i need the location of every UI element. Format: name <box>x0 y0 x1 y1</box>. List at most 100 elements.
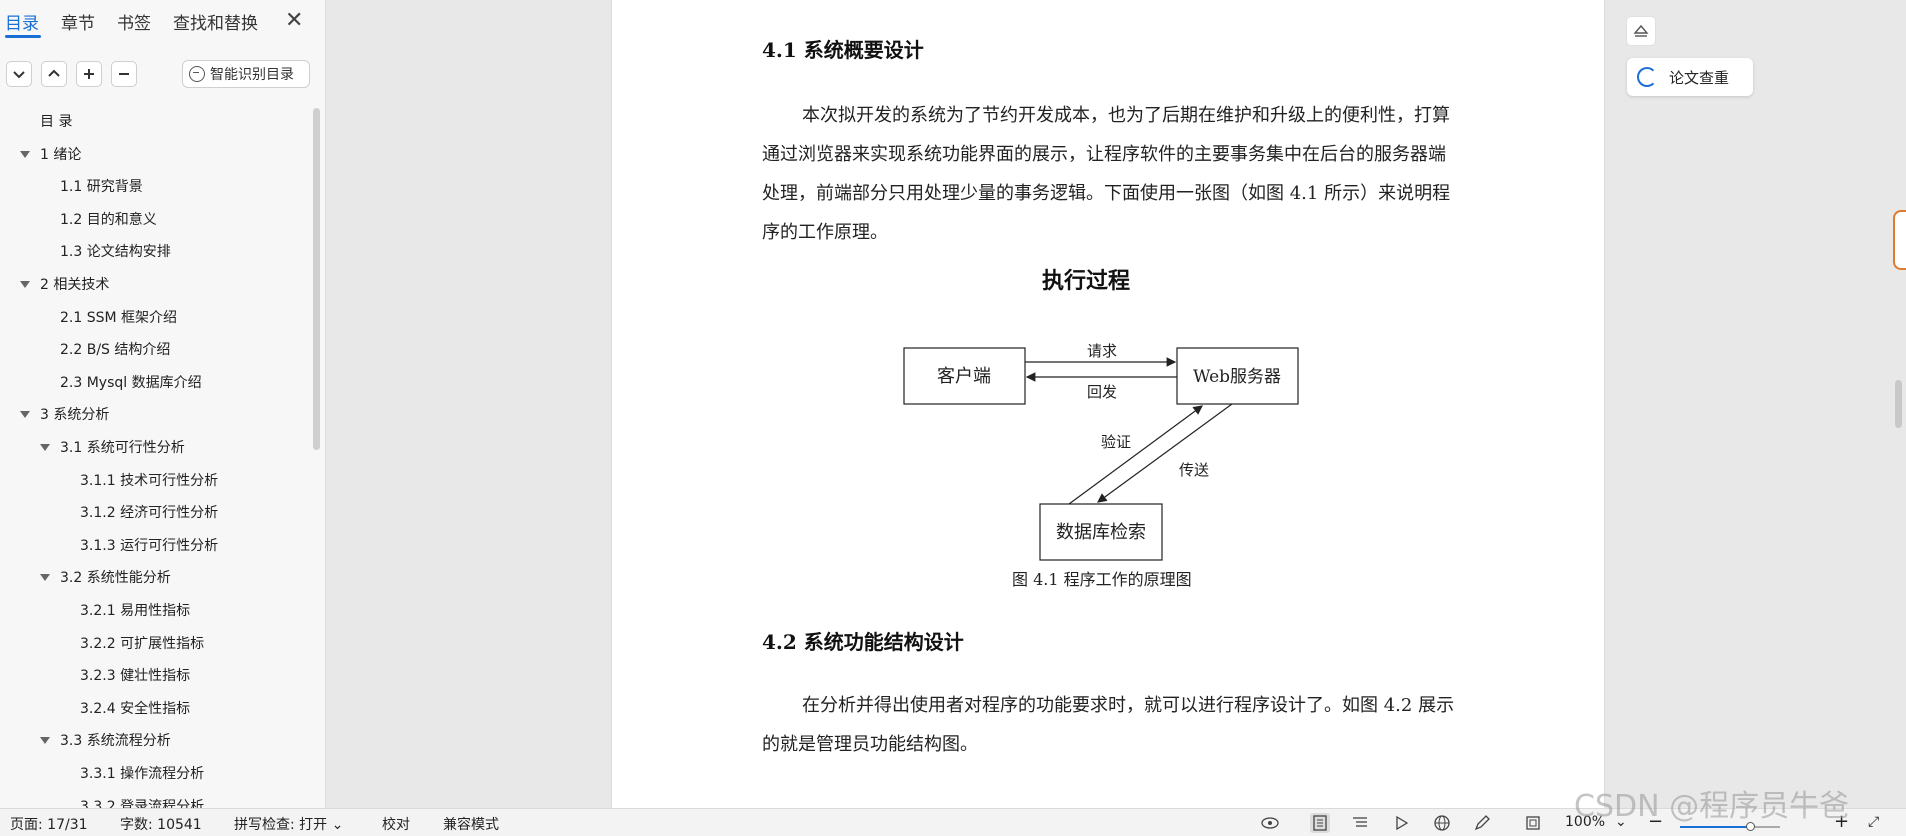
toc-item-label: 1.2 目的和意义 <box>60 211 157 228</box>
page-indicator[interactable]: 页面: 17/31 <box>10 814 88 834</box>
eye-icon[interactable] <box>1260 813 1280 833</box>
paragraph-4-1: 本次拟开发的系统为了节约开发成本，也为了后期在维护和升级上的便利性，打算通过浏览… <box>762 105 1451 243</box>
caret-down-icon[interactable] <box>40 444 50 451</box>
zoom-slider-track[interactable] <box>1680 826 1750 828</box>
toc-item-label: 2.1 SSM 框架介绍 <box>60 309 178 326</box>
toc-item[interactable]: 1 绪论 <box>20 141 82 167</box>
toc-item[interactable]: 1.2 目的和意义 <box>60 206 157 232</box>
caret-down-icon[interactable] <box>20 411 30 419</box>
toc-item[interactable]: 3.3.1 操作流程分析 <box>80 760 204 786</box>
caret-down-icon[interactable] <box>40 574 50 582</box>
toc-item-label: 目 录 <box>40 114 73 130</box>
toc-item-label: 3.3.2 登录流程分析 <box>80 798 205 808</box>
collapse-panel-button[interactable] <box>1626 16 1656 46</box>
tab-toc[interactable]: 目录 <box>5 9 39 34</box>
tab-chapters[interactable]: 章节 <box>61 9 95 34</box>
navigation-panel: 目录 章节 书签 查找和替换 ✕ 智能识别目录 目 录 1 绪论 1.1 研究背景 1… <box>0 0 326 808</box>
request-label: 请求 <box>1087 342 1117 360</box>
transfer-arrow <box>1097 403 1233 503</box>
toc-item[interactable]: 2 相关技术 <box>20 271 109 297</box>
toc-item-label: 1.3 论文结构安排 <box>60 244 171 261</box>
chevron-down-icon: ⌄ <box>331 817 344 833</box>
proofread-button[interactable]: 校对 <box>382 814 410 834</box>
globe-icon[interactable] <box>1432 813 1452 833</box>
pen-icon[interactable] <box>1472 813 1492 833</box>
chevron-down-icon <box>13 71 25 79</box>
toc-item[interactable]: 2.2 B/S 结构介绍 <box>60 336 170 362</box>
smart-toc-button[interactable]: 智能识别目录 <box>182 60 310 88</box>
verify-label: 验证 <box>1101 433 1131 451</box>
toc-item-label: 3.2.1 易用性指标 <box>80 603 191 619</box>
app-window: 目录 章节 书签 查找和替换 ✕ 智能识别目录 目 录 1 绪论 1.1 研究背景 1… <box>0 0 1906 836</box>
toc-item-label: 3.3.1 操作流程分析 <box>80 766 205 782</box>
toc-item-label: 3.1.1 技术可行性分析 <box>80 472 219 489</box>
toc-item-label: 3.1.2 经济可行性分析 <box>80 505 219 522</box>
toc-item[interactable]: 3.1.3 运行可行性分析 <box>80 532 218 558</box>
add-heading-button[interactable] <box>76 61 102 87</box>
caret-down-icon[interactable] <box>20 281 30 288</box>
toc-item-label: 1.1 研究背景 <box>60 179 143 196</box>
toc-item[interactable]: 3 系统分析 <box>20 401 110 427</box>
toc-item[interactable]: 1.1 研究背景 <box>60 173 143 199</box>
active-tab-indicator <box>5 35 41 38</box>
toc-item[interactable]: 3.2.3 健壮性指标 <box>80 662 190 688</box>
outline-view-icon[interactable] <box>1350 813 1370 833</box>
toc-item-label: 3.2.2 可扩展性指标 <box>80 635 205 652</box>
minus-icon <box>119 73 129 75</box>
server-label: Web服务器 <box>1193 367 1281 387</box>
toc-item-label: 3 系统分析 <box>40 407 110 424</box>
remove-heading-button[interactable] <box>111 61 137 87</box>
collapse-all-button[interactable] <box>41 61 67 87</box>
toc-item[interactable]: 3.3.2 登录流程分析 <box>80 793 204 808</box>
tab-bookmarks[interactable]: 书签 <box>117 9 151 34</box>
toc-item[interactable]: 3.2.2 可扩展性指标 <box>80 630 204 656</box>
document-scrollbar[interactable] <box>1895 380 1902 428</box>
toc-item-label: 3.2.3 健壮性指标 <box>80 668 191 685</box>
chevron-up-icon <box>48 69 60 77</box>
toc-item[interactable]: 2.1 SSM 框架介绍 <box>60 304 177 330</box>
word-count[interactable]: 字数: 10541 <box>120 814 202 834</box>
db-label: 数据库检索 <box>1056 522 1146 543</box>
plagiarism-check-button[interactable]: 论文查重 <box>1627 58 1753 96</box>
section-title-4-2: 4.2 系统功能结构设计 <box>762 630 964 654</box>
toc-scrollbar[interactable] <box>313 108 320 450</box>
play-icon[interactable] <box>1391 813 1411 833</box>
toc-item[interactable]: 3.2 系统性能分析 <box>40 564 171 590</box>
expand-all-button[interactable] <box>6 61 32 87</box>
toc-item[interactable]: 3.2.4 安全性指标 <box>80 695 190 721</box>
fit-page-icon[interactable] <box>1523 813 1543 833</box>
toc-item[interactable]: 3.3 系统流程分析 <box>40 727 171 753</box>
toc-item[interactable]: 目 录 <box>40 108 72 134</box>
toc-item-label: 3.1 系统可行性分析 <box>60 440 185 456</box>
toc-item-label: 1 绪论 <box>40 146 82 163</box>
page-view-icon[interactable] <box>1310 813 1330 833</box>
toc-item[interactable]: 3.2.1 易用性指标 <box>80 597 190 623</box>
spellcheck-toggle[interactable]: 拼写检查: 打开 ⌄ <box>234 814 343 834</box>
toc-item-label: 3.3 系统流程分析 <box>60 733 171 750</box>
toc-item[interactable]: 3.1 系统可行性分析 <box>40 434 185 460</box>
side-handle[interactable] <box>1893 210 1906 270</box>
document-page: 4.1 系统概要设计 本次拟开发的系统为了节约开发成本，也为了后期在维护和升级上… <box>612 0 1604 808</box>
caret-down-icon[interactable] <box>20 150 30 158</box>
toc-item[interactable]: 2.3 Mysql 数据库介绍 <box>60 369 202 395</box>
figure-title: 执行过程 <box>1042 268 1131 294</box>
toc-item[interactable]: 3.1.1 技术可行性分析 <box>80 467 218 493</box>
tab-find-replace[interactable]: 查找和替换 <box>173 9 258 34</box>
workflow-diagram: 客户端 Web服务器 数据库检索 请求 回发 验证 传送 <box>903 342 1299 561</box>
spellcheck-label: 拼写检查: 打开 <box>234 817 328 833</box>
toc-item-label: 2.2 B/S 结构介绍 <box>60 342 171 359</box>
figure-caption: 图 4.1 程序工作的原理图 <box>1012 570 1192 589</box>
toc-item[interactable]: 3.1.2 经济可行性分析 <box>80 499 218 525</box>
plagiarism-check-label: 论文查重 <box>1669 68 1730 87</box>
verify-arrow <box>1068 405 1203 505</box>
toc-item-label: 3.2.4 安全性指标 <box>80 700 191 717</box>
fullscreen-icon[interactable]: ⤢ <box>1868 814 1879 830</box>
toc-item-label: 2.3 Mysql 数据库介绍 <box>60 374 202 391</box>
nav-tabs: 目录 章节 书签 查找和替换 ✕ <box>0 0 326 44</box>
toc-item-label: 3.1.3 运行可行性分析 <box>80 537 219 554</box>
close-icon[interactable]: ✕ <box>285 8 303 33</box>
toc-item[interactable]: 1.3 论文结构安排 <box>60 238 171 264</box>
caret-down-icon[interactable] <box>40 737 50 745</box>
smart-recognize-icon <box>189 66 205 82</box>
toc-item-label: 3.2 系统性能分析 <box>60 570 171 587</box>
